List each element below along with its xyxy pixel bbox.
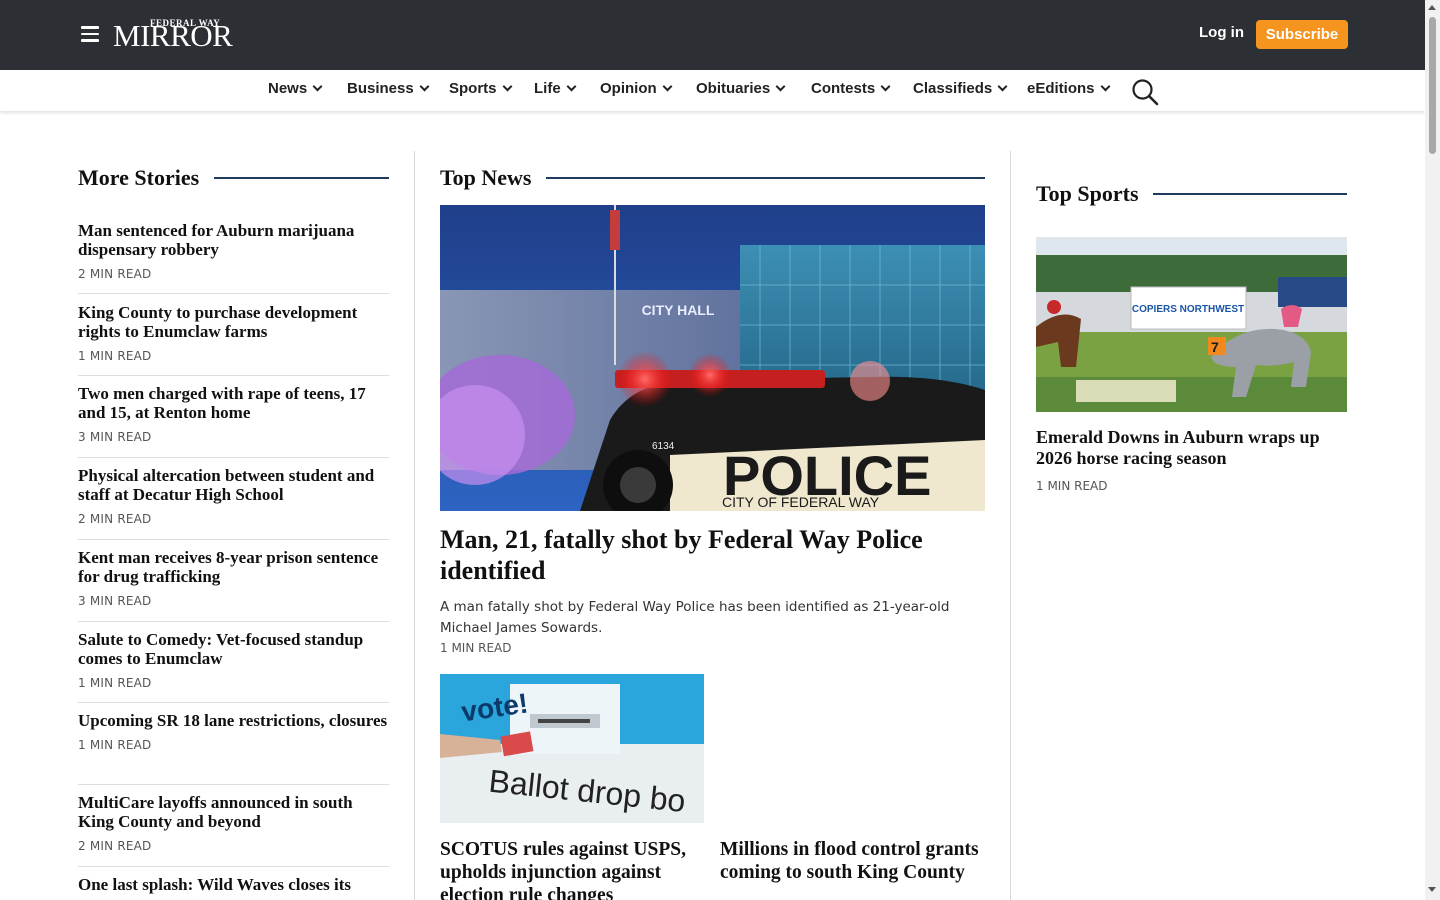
top-sports-heading: Top Sports [1036, 181, 1139, 206]
list-item: King County to purchase development righ… [78, 303, 389, 363]
list-item: One last splash: Wild Waves closes its [78, 875, 389, 894]
column-divider [1010, 151, 1011, 900]
login-link[interactable]: Log in [1199, 24, 1244, 41]
list-item: Kent man receives 8-year prison sentence… [78, 548, 389, 608]
nav-item-business[interactable]: Business [347, 80, 430, 97]
nav-item-obituaries[interactable]: Obituaries [696, 80, 786, 97]
ballot-box-image[interactable]: vote! Ballot drop bo [440, 674, 704, 823]
nav-item-classifieds[interactable]: Classifieds [913, 80, 1008, 97]
story-link[interactable]: Upcoming SR 18 lane restrictions, closur… [78, 711, 389, 730]
read-time: 2 MIN READ [78, 267, 152, 281]
chevron-down-icon [419, 81, 430, 92]
nav-item-news[interactable]: News [268, 80, 323, 97]
chevron-down-icon [775, 81, 786, 92]
ballot-drop-box-photo: vote! Ballot drop bo [440, 674, 704, 823]
chevron-down-icon [502, 81, 512, 92]
divider [78, 784, 389, 785]
heading-rule [1153, 193, 1347, 195]
story-link[interactable]: Emerald Downs in Auburn wraps up 2026 ho… [1036, 427, 1347, 469]
more-stories-heading: More Stories [78, 165, 200, 190]
nav-item-label: News [268, 80, 308, 97]
nav-item-sports[interactable]: Sports [449, 80, 512, 97]
police-city-hall-photo: CITY HALL POLICE CITY OF FEDERAL WAY 613… [440, 205, 985, 511]
horse-racing-image[interactable]: COPIERS NORTHWEST 7 [1036, 237, 1347, 412]
heading-rule [214, 177, 389, 179]
story-link[interactable]: Millions in flood control grants coming … [720, 838, 985, 884]
list-item: Physical altercation between student and… [78, 466, 389, 526]
scrollbar-thumb[interactable] [1429, 17, 1436, 154]
story-link[interactable]: King County to purchase development righ… [78, 303, 389, 341]
nav-item-label: Classifieds [913, 80, 993, 97]
story-link[interactable]: Man sentenced for Auburn marijuana dispe… [78, 221, 389, 259]
chevron-down-icon [566, 81, 577, 92]
site-logo[interactable]: FEDERAL WAY MIRROR [113, 16, 238, 54]
read-time: 3 MIN READ [78, 430, 152, 444]
divider [78, 457, 389, 458]
chevron-down-icon [880, 81, 891, 92]
nav-item-opinion[interactable]: Opinion [600, 80, 673, 97]
city-lettering: CITY OF FEDERAL WAY [722, 494, 880, 510]
nav-item-eeditions[interactable]: eEditions [1027, 80, 1110, 97]
list-item: Man sentenced for Auburn marijuana dispe… [78, 221, 389, 281]
hero-summary: A man fatally shot by Federal Way Police… [440, 599, 950, 636]
page-scrollbar[interactable] [1425, 0, 1440, 900]
read-time: 3 MIN READ [78, 594, 152, 608]
chevron-down-icon [662, 81, 673, 92]
top-bar: FEDERAL WAY MIRROR Log in Subscribe [0, 0, 1425, 70]
nav-item-label: Life [534, 80, 561, 97]
list-item: Two men charged with rape of teens, 17 a… [78, 384, 389, 444]
scroll-up-arrow-icon[interactable] [1428, 5, 1436, 10]
list-item: Upcoming SR 18 lane restrictions, closur… [78, 711, 389, 752]
nav-item-life[interactable]: Life [534, 80, 577, 97]
unit-number: 6134 [652, 441, 675, 452]
story-link[interactable]: One last splash: Wild Waves closes its [78, 875, 389, 894]
read-time: 2 MIN READ [78, 512, 152, 526]
nav-item-label: Business [347, 80, 414, 97]
menu-icon[interactable] [81, 26, 99, 44]
read-time: 1 MIN READ [440, 641, 512, 655]
read-time: 1 MIN READ [1036, 479, 1108, 493]
chevron-down-icon [1100, 81, 1110, 92]
read-time: 1 MIN READ [78, 349, 152, 363]
heading-rule [546, 177, 985, 179]
hero-image[interactable]: CITY HALL POLICE CITY OF FEDERAL WAY 613… [440, 205, 985, 511]
divider [78, 621, 389, 622]
chevron-down-icon [312, 81, 323, 92]
logo-big-text: MIRROR [113, 18, 233, 53]
nav-item-label: Contests [811, 80, 876, 97]
nav-item-label: Sports [449, 80, 497, 97]
top-news-heading: Top News [440, 165, 532, 190]
read-time: 1 MIN READ [78, 676, 152, 690]
column-divider [414, 151, 415, 900]
search-icon[interactable] [1131, 78, 1159, 106]
divider [78, 539, 389, 540]
sponsor-sign: COPIERS NORTHWEST [1132, 304, 1244, 315]
list-item: MultiCare layoffs announced in south Kin… [78, 793, 389, 853]
divider [78, 375, 389, 376]
horse-racing-photo: COPIERS NORTHWEST 7 [1036, 237, 1347, 412]
nav-item-label: Obituaries [696, 80, 771, 97]
list-item: Salute to Comedy: Vet-focused standup co… [78, 630, 389, 690]
story-link[interactable]: Kent man receives 8-year prison sentence… [78, 548, 389, 586]
story-link[interactable]: SCOTUS rules against USPS, upholds injun… [440, 838, 704, 900]
divider [78, 702, 389, 703]
chevron-down-icon [997, 81, 1008, 92]
saddle-number: 7 [1211, 339, 1219, 355]
hero-headline[interactable]: Man, 21, fatally shot by Federal Way Pol… [440, 524, 985, 586]
read-time: 1 MIN READ [78, 738, 152, 752]
divider [78, 866, 389, 867]
nav-item-contests[interactable]: Contests [811, 80, 891, 97]
story-link[interactable]: Physical altercation between student and… [78, 466, 389, 504]
scroll-down-arrow-icon[interactable] [1428, 887, 1436, 892]
story-link[interactable]: Salute to Comedy: Vet-focused standup co… [78, 630, 389, 668]
story-link[interactable]: Two men charged with rape of teens, 17 a… [78, 384, 389, 422]
subscribe-button[interactable]: Subscribe [1256, 20, 1348, 49]
main-nav: News Business Sports Life Opinion Obitua… [0, 70, 1425, 111]
nav-item-label: Opinion [600, 80, 657, 97]
read-time: 2 MIN READ [78, 839, 152, 853]
city-hall-sign: CITY HALL [642, 302, 715, 318]
nav-item-label: eEditions [1027, 80, 1095, 97]
story-link[interactable]: MultiCare layoffs announced in south Kin… [78, 793, 389, 831]
divider [78, 293, 389, 294]
